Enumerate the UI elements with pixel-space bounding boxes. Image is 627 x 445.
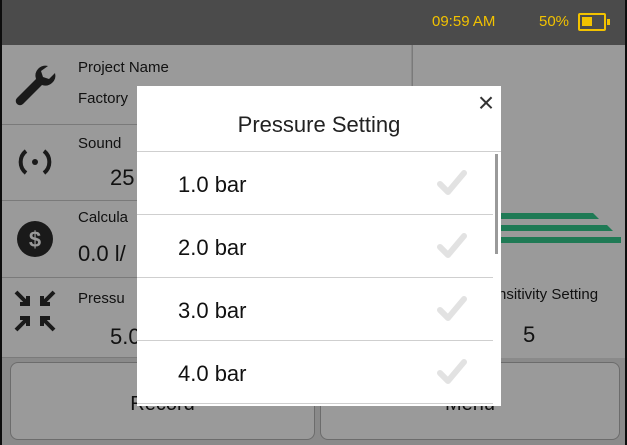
pressure-option-3[interactable]: 3.0 bar	[137, 278, 493, 341]
checkmark-icon	[437, 359, 467, 384]
status-bar: 09:59 AM 50%	[2, 0, 625, 45]
battery-percent: 50%	[539, 13, 570, 30]
calculated-label: Calcula	[78, 209, 129, 226]
project-name-label: Project Name	[78, 59, 169, 76]
dialog-scrollbar[interactable]	[495, 154, 498, 254]
pressure-option-2[interactable]: 2.0 bar	[137, 215, 493, 278]
sound-value: 25	[110, 165, 135, 190]
checkmark-icon	[437, 296, 467, 321]
pressure-arrows-icon	[14, 290, 56, 332]
option-label: 1.0 bar	[178, 172, 247, 197]
sensitivity-value: 5	[523, 322, 536, 347]
dollar-icon: $	[17, 221, 53, 257]
device-screen: 09:59 AM 50% Project Name Factory Sound …	[2, 0, 625, 445]
checkmark-icon	[437, 170, 467, 195]
option-label: 3.0 bar	[178, 298, 247, 323]
sensitivity-label: nsitivity Setting	[498, 286, 599, 303]
status-time: 09:59 AM	[432, 13, 496, 30]
company-logo	[493, 213, 621, 243]
pressure-option-4[interactable]: 4.0 bar	[137, 341, 493, 404]
pressure-label: Pressu	[78, 290, 125, 307]
battery-icon	[578, 13, 610, 31]
close-icon[interactable]: ×	[475, 89, 497, 117]
pressure-option-1[interactable]: 1.0 bar	[137, 152, 493, 215]
dialog-title: Pressure Setting	[237, 112, 401, 137]
wrench-icon	[15, 65, 56, 106]
svg-text:$: $	[29, 227, 41, 252]
option-label: 4.0 bar	[178, 361, 247, 386]
pressure-value: 5.0	[110, 324, 141, 349]
sound-label: Sound	[78, 135, 122, 152]
calculated-value: 0.0 l/	[78, 241, 126, 266]
pressure-setting-dialog: Pressure Setting × 1.0 bar 2.0 bar 3.0 b…	[137, 86, 501, 406]
project-name-value: Factory	[78, 90, 129, 107]
sound-waves-icon	[18, 149, 52, 175]
checkmark-icon	[437, 233, 467, 258]
option-label: 2.0 bar	[178, 235, 247, 260]
